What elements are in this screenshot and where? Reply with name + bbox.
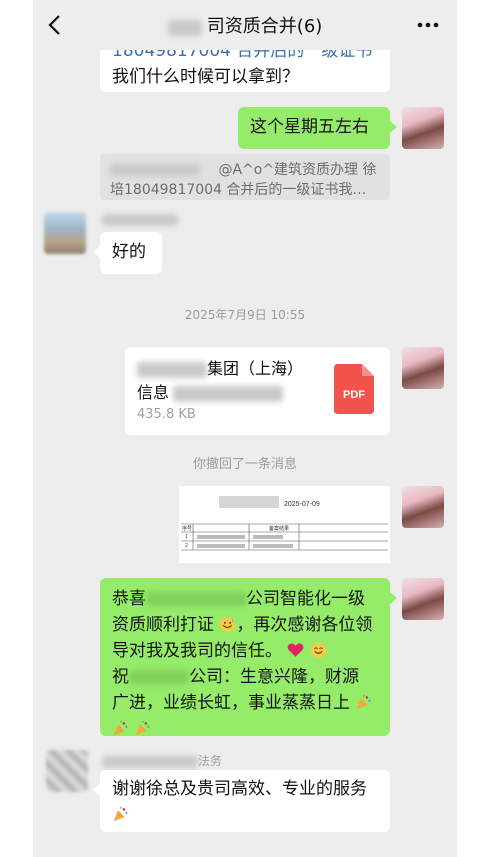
svg-text:1: 1 — [185, 534, 188, 540]
message-bubble-outgoing[interactable]: 这个星期五左右 — [238, 107, 397, 149]
svg-text:序号: 序号 — [182, 525, 192, 532]
chat-title-text: 司资质合并(6) — [206, 16, 323, 37]
message-text: 谢谢徐总及贵司高效、专业的服务 — [112, 779, 367, 799]
svg-text:2025-07-09: 2025-07-09 — [284, 501, 320, 508]
party-popper-icon — [113, 806, 128, 822]
image-message[interactable]: 2025-07-09 序号 备案结果 1 2 — [179, 486, 390, 563]
party-popper-icon — [357, 694, 371, 710]
quote-text: @A^o^建筑资质办理 徐 — [218, 162, 377, 178]
avatar-self[interactable] — [402, 107, 444, 149]
message-text: 我们什么时候可以拿到？ — [112, 67, 299, 87]
recall-notice: 你撤回了一条消息 — [192, 457, 297, 472]
avatar-self[interactable] — [402, 347, 444, 389]
sender-name-blurred — [102, 214, 178, 226]
message-bubble-outgoing[interactable]: 恭喜 公司智能化一级 资质顺利打证 ，再次感谢各位领 导对我及我司的信任。 祝公司… — [100, 578, 397, 736]
chat-header: 司资质合并(6) — [33, 0, 457, 50]
party-popper-icon — [113, 720, 128, 736]
message-text: 好的 — [112, 242, 146, 262]
avatar-self[interactable] — [402, 486, 444, 528]
avatar-contact[interactable] — [46, 750, 88, 792]
smiling-face-icon — [310, 642, 326, 659]
message-bubble-incoming[interactable]: 谢谢徐总及贵司高效、专业的服务 — [93, 770, 390, 832]
file-message[interactable]: 集团（上海） 信息 435.8 KB PDF — [125, 347, 390, 435]
quoted-message[interactable]: @A^o^建筑资质办理 徐 培18049817004 合并后的一级证书我… — [100, 154, 390, 200]
file-name: 集团（上海） 信息 — [137, 359, 304, 402]
chat-title[interactable]: 司资质合并(6) — [33, 12, 457, 38]
document-preview: 2025-07-09 序号 备案结果 1 2 — [179, 486, 390, 563]
more-dots-icon[interactable] — [417, 22, 439, 28]
avatar-contact[interactable] — [44, 212, 86, 254]
quote-text: 培18049817004 合并后的一级证书我… — [110, 182, 367, 198]
timestamp: 2025年7月9日 10:55 — [184, 308, 306, 322]
svg-text:2: 2 — [185, 543, 188, 549]
avatar-self[interactable] — [402, 578, 444, 620]
grinning-sweat-icon — [220, 616, 236, 633]
pdf-file-icon: PDF — [334, 364, 374, 414]
svg-text:备案结果: 备案结果 — [269, 525, 289, 532]
message-bubble-incoming[interactable]: 好的 — [93, 232, 162, 274]
svg-text:PDF: PDF — [343, 389, 365, 401]
sender-name: 法务 — [102, 752, 222, 769]
party-popper-icon — [136, 720, 150, 736]
message-text: 这个星期五左右 — [250, 117, 369, 137]
heart-icon — [288, 643, 304, 657]
chat-screen: 司资质合并(6) 18049817004 合并后的一级证书 我们什么时候可以拿到… — [33, 0, 457, 857]
